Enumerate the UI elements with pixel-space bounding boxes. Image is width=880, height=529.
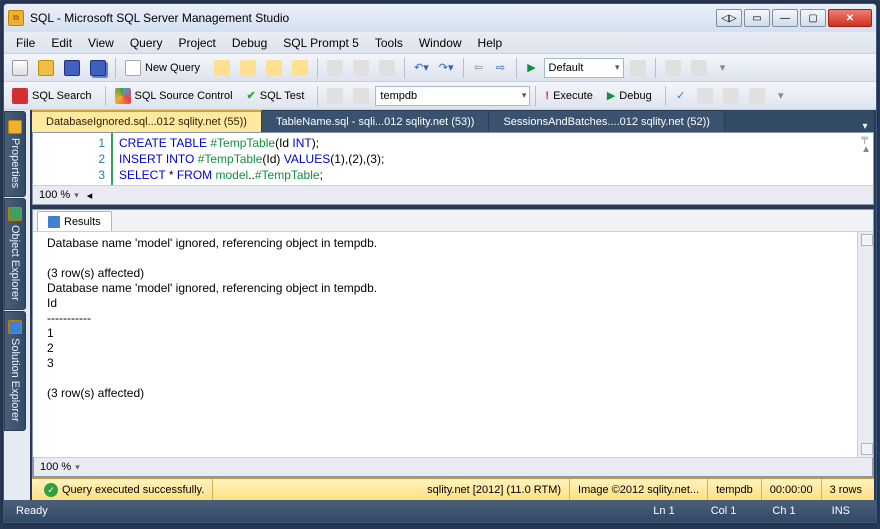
toolbar-1: New Query ↶▾ ↷▾ ⇦ ⇨ ▶ Default ▾	[4, 54, 876, 82]
toolbar-extra-3[interactable]: ▾	[713, 57, 733, 79]
toolbar2-overflow[interactable]: ▾	[771, 85, 791, 107]
sql-editor[interactable]: 123 CREATE TABLE #TempTable(Id INT); INS…	[32, 132, 874, 185]
solution-explorer-icon	[8, 320, 22, 334]
start-button[interactable]: ▶	[522, 57, 542, 79]
object-explorer-icon	[8, 207, 22, 221]
results-icon	[48, 216, 60, 228]
tab-sessions-batches[interactable]: SessionsAndBatches....012 sqlity.net (52…	[489, 110, 724, 132]
save-button[interactable]	[60, 57, 84, 79]
titlebar[interactable]: ⧉ SQL - Microsoft SQL Server Management …	[4, 4, 876, 32]
ide-status-bar: Ready Ln 1 Col 1 Ch 1 INS	[4, 500, 876, 522]
minimize-button[interactable]: —	[772, 9, 798, 27]
sidebar: Properties Object Explorer Solution Expl…	[4, 111, 26, 431]
nav-back-button[interactable]: ⇦	[469, 57, 489, 79]
tab-database-ignored[interactable]: DatabaseIgnored.sql...012 sqlity.net (55…	[32, 110, 262, 132]
document-tabs: DatabaseIgnored.sql...012 sqlity.net (55…	[32, 110, 874, 132]
sql-search-button[interactable]: SQL Search	[8, 85, 100, 107]
results-zoom[interactable]: 100 %	[40, 461, 71, 473]
db-engine-query-button[interactable]	[210, 57, 234, 79]
paste-button[interactable]	[375, 57, 399, 79]
menubar: File Edit View Query Project Debug SQL P…	[4, 32, 876, 54]
new-project-button[interactable]	[8, 57, 32, 79]
parse-button[interactable]: ✓	[671, 85, 691, 107]
save-all-button[interactable]	[86, 57, 110, 79]
open-file-button[interactable]	[34, 57, 58, 79]
code-area[interactable]: CREATE TABLE #TempTable(Id INT); INSERT …	[113, 133, 873, 185]
tab-tablename[interactable]: TableName.sql - sqli...012 sqlity.net (5…	[262, 110, 490, 132]
menu-project[interactable]: Project	[171, 34, 224, 52]
results-output[interactable]: Database name 'model' ignored, referenci…	[33, 232, 873, 457]
results-scrollbar[interactable]	[857, 232, 873, 457]
query-options-button[interactable]	[719, 85, 743, 107]
btn-b[interactable]: ▭	[744, 9, 770, 27]
btn-a[interactable]: ◁▷	[716, 9, 742, 27]
zoom-level[interactable]: 100 %	[39, 189, 70, 201]
sql-test-button[interactable]: ✔SQL Test	[243, 85, 313, 107]
database-combo[interactable]: tempdb	[375, 86, 530, 106]
query-status-bar: ✓Query executed successfully. sqlity.net…	[32, 478, 874, 500]
window-title: SQL - Microsoft SQL Server Management St…	[30, 11, 716, 25]
line-gutter: 123	[33, 133, 113, 185]
results-tabstrip: Results	[33, 210, 873, 232]
debug-button[interactable]: ▶Debug	[603, 85, 660, 107]
menu-view[interactable]: View	[80, 34, 122, 52]
tab-results[interactable]: Results	[37, 211, 112, 231]
menu-window[interactable]: Window	[411, 34, 470, 52]
split-handle-icon[interactable]: ╤▲	[861, 133, 871, 155]
display-plan-button[interactable]	[693, 85, 717, 107]
menu-file[interactable]: File	[8, 34, 43, 52]
change-connection-button[interactable]	[323, 85, 347, 107]
status-ch: Ch 1	[754, 505, 813, 517]
xmla-query-button[interactable]	[288, 57, 312, 79]
find-button[interactable]	[626, 57, 650, 79]
status-time: 00:00:00	[762, 479, 822, 500]
properties-icon	[8, 120, 22, 134]
status-col: Col 1	[693, 505, 755, 517]
toolbar-extra-2[interactable]	[687, 57, 711, 79]
menu-edit[interactable]: Edit	[43, 34, 80, 52]
sql-source-control-button[interactable]: SQL Source Control	[111, 85, 241, 107]
app-icon: ⧉	[8, 10, 24, 26]
copy-button[interactable]	[349, 57, 373, 79]
sidetab-properties[interactable]: Properties	[4, 111, 26, 197]
mdx-query-button[interactable]	[236, 57, 260, 79]
status-db: tempdb	[708, 479, 762, 500]
redo-button[interactable]: ↷▾	[435, 57, 458, 79]
cut-button[interactable]	[323, 57, 347, 79]
dmx-query-button[interactable]	[262, 57, 286, 79]
intellisense-button[interactable]	[745, 85, 769, 107]
menu-sqlprompt[interactable]: SQL Prompt 5	[275, 34, 367, 52]
toolbar-2: SQL Search SQL Source Control ✔SQL Test …	[4, 82, 876, 110]
menu-query[interactable]: Query	[122, 34, 171, 52]
status-rows: 3 rows	[822, 479, 870, 500]
menu-debug[interactable]: Debug	[224, 34, 275, 52]
disconnect-button[interactable]	[349, 85, 373, 107]
tabs-dropdown[interactable]: ▾	[856, 121, 874, 132]
menu-tools[interactable]: Tools	[367, 34, 411, 52]
sidetab-object-explorer[interactable]: Object Explorer	[4, 198, 26, 310]
menu-help[interactable]: Help	[470, 34, 511, 52]
toolbar-extra-1[interactable]	[661, 57, 685, 79]
nav-fwd-button[interactable]: ⇨	[491, 57, 511, 79]
results-footer: 100 %▾	[33, 457, 873, 477]
sidetab-solution-explorer[interactable]: Solution Explorer	[4, 311, 26, 431]
undo-button[interactable]: ↶▾	[410, 57, 433, 79]
status-ln: Ln 1	[635, 505, 692, 517]
maximize-button[interactable]: ▢	[800, 9, 826, 27]
solution-config-combo[interactable]: Default	[544, 58, 624, 78]
status-image: Image ©2012 sqlity.net...	[570, 479, 708, 500]
editor-footer: 100 %▾ ◂	[32, 185, 874, 205]
status-message: ✓Query executed successfully.	[36, 479, 213, 500]
new-query-button[interactable]: New Query	[121, 57, 208, 79]
success-icon: ✓	[44, 483, 58, 497]
execute-button[interactable]: !Execute	[541, 85, 600, 107]
close-button[interactable]: ✕	[828, 9, 872, 27]
status-ready: Ready	[12, 505, 635, 517]
status-ins: INS	[814, 505, 868, 517]
status-server: sqlity.net [2012] (11.0 RTM)	[419, 479, 570, 500]
